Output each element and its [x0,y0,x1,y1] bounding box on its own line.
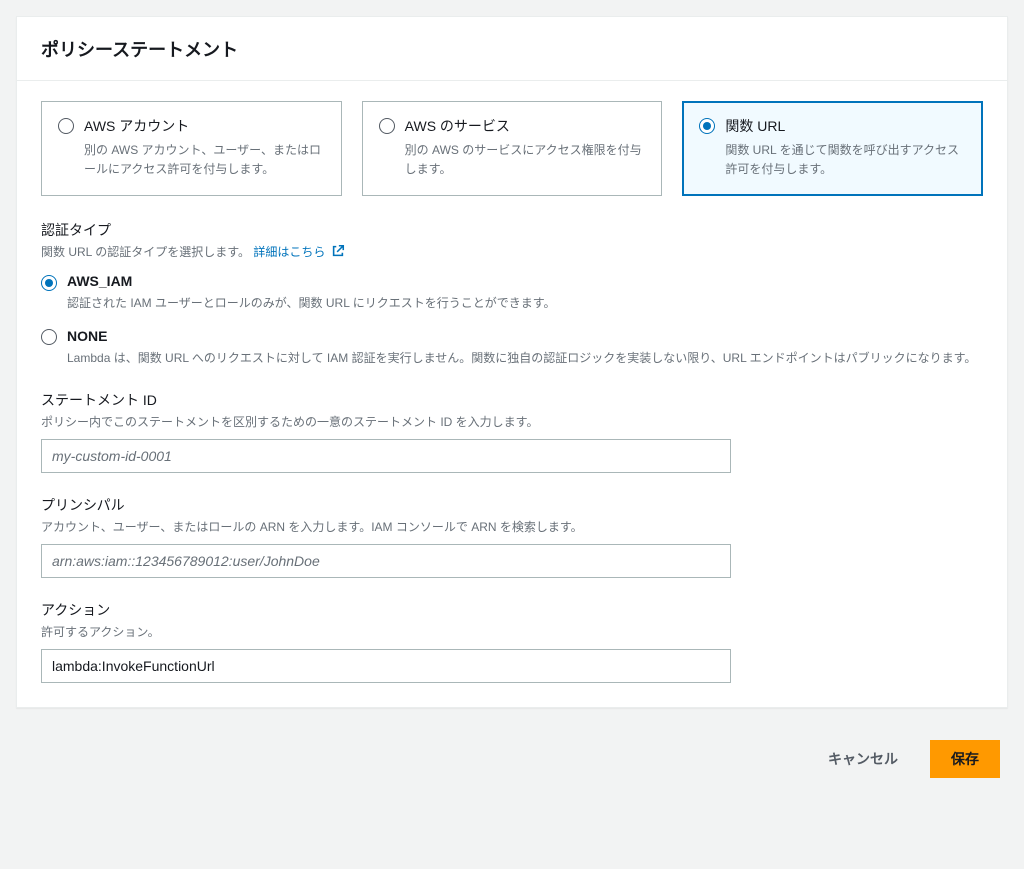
card-title: AWS のサービス [405,116,510,137]
action-hint: 許可するアクション。 [41,623,983,641]
auth-type-section: 認証タイプ 関数 URL の認証タイプを選択します。 詳細はこちら [41,220,983,367]
panel-title: ポリシーステートメント [41,37,983,64]
principal-hint: アカウント、ユーザー、またはロールの ARN を入力します。IAM コンソールで… [41,518,983,536]
card-function-url[interactable]: 関数 URL 関数 URL を通じて関数を呼び出すアクセス許可を付与します。 [682,101,983,196]
panel-body: AWS アカウント 別の AWS アカウント、ユーザー、またはロールにアクセス許… [17,81,1007,707]
action-title: アクション [41,600,983,621]
statement-id-input[interactable] [41,439,731,473]
action-input[interactable] [41,649,731,683]
auth-type-hint: 関数 URL の認証タイプを選択します。 詳細はこちら [41,243,983,263]
principal-section: プリンシパル アカウント、ユーザー、またはロールの ARN を入力します。IAM… [41,495,983,578]
policy-statement-panel: ポリシーステートメント AWS アカウント 別の AWS アカウント、ユーザー、… [16,16,1008,708]
auth-option-desc: Lambda は、関数 URL へのリクエストに対して IAM 認証を実行しませ… [67,349,983,368]
card-title: 関数 URL [725,116,785,137]
auth-option-aws-iam[interactable]: AWS_IAM 認証された IAM ユーザーとロールのみが、関数 URL にリク… [41,271,983,313]
radio-icon [41,275,57,291]
principal-input[interactable] [41,544,731,578]
auth-type-title: 認証タイプ [41,220,983,241]
card-desc: 別の AWS のサービスにアクセス権限を付与します。 [405,141,646,179]
save-button[interactable]: 保存 [930,740,1000,778]
card-desc: 関数 URL を通じて関数を呼び出すアクセス許可を付与します。 [725,141,966,179]
radio-icon [379,118,395,134]
statement-id-section: ステートメント ID ポリシー内でこのステートメントを区別するための一意のステー… [41,390,983,473]
panel-header: ポリシーステートメント [17,17,1007,81]
cancel-button[interactable]: キャンセル [808,740,918,778]
statement-id-hint: ポリシー内でこのステートメントを区別するための一意のステートメント ID を入力… [41,413,983,431]
auth-option-label: AWS_IAM [67,271,132,292]
radio-icon [699,118,715,134]
radio-icon [58,118,74,134]
action-section: アクション 許可するアクション。 [41,600,983,683]
card-title: AWS アカウント [84,116,189,137]
radio-icon [41,329,57,345]
card-desc: 別の AWS アカウント、ユーザー、またはロールにアクセス許可を付与します。 [84,141,325,179]
auth-option-label: NONE [67,326,107,347]
auth-option-desc: 認証された IAM ユーザーとロールのみが、関数 URL にリクエストを行うこと… [67,294,983,313]
statement-id-title: ステートメント ID [41,390,983,411]
auth-option-none[interactable]: NONE Lambda は、関数 URL へのリクエストに対して IAM 認証を… [41,326,983,368]
permission-type-cards: AWS アカウント 別の AWS アカウント、ユーザー、またはロールにアクセス許… [41,101,983,196]
principal-title: プリンシパル [41,495,983,516]
external-link-icon [331,244,345,263]
learn-more-link[interactable]: 詳細はこちら [253,245,344,259]
dialog-footer: キャンセル 保存 [0,724,1024,798]
card-aws-service[interactable]: AWS のサービス 別の AWS のサービスにアクセス権限を付与します。 [362,101,663,196]
card-aws-account[interactable]: AWS アカウント 別の AWS アカウント、ユーザー、またはロールにアクセス許… [41,101,342,196]
